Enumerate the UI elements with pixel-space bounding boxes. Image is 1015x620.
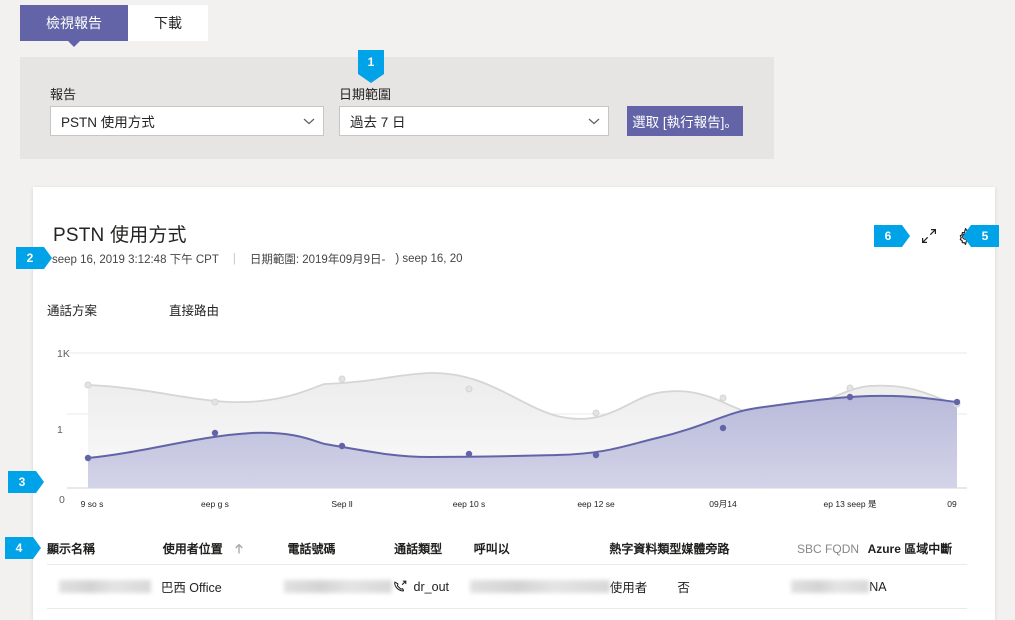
redacted-value: [59, 580, 151, 593]
column-header-called-to[interactable]: 呼叫以: [474, 540, 610, 557]
callout-badge-6: 6: [874, 225, 910, 247]
chart-legend: 通話方案 直接路由: [47, 300, 219, 319]
column-header-sbc-fqdn[interactable]: SBC FQDN: [797, 542, 868, 556]
meta-divider: |: [232, 253, 236, 265]
y-tick-1k: 1K: [57, 348, 70, 360]
table-row[interactable]: 巴西 Office dr_out 使用者 否 NA: [47, 565, 967, 609]
cell-azure-region: NA: [869, 579, 887, 594]
x-tick-4: eep 12 se: [577, 499, 615, 509]
x-tick-0: 9 so s: [81, 499, 104, 509]
report-generated-timestamp: seep 16, 2019 3:12:48 下午 CPT: [52, 254, 219, 266]
redacted-value: [791, 580, 870, 593]
usage-table: 顯示名稱 使用者位置 電話號碼 通話類型 呼叫以 熱字資料類型 媒體旁路 SBC…: [47, 533, 967, 609]
column-header-phone-number[interactable]: 電話號碼: [287, 540, 394, 557]
report-field-label: 報告: [50, 87, 77, 102]
y-tick-0: 0: [59, 494, 65, 506]
column-header-azure-region[interactable]: Azure 區域中斷: [868, 540, 967, 557]
cell-call-type-label: dr_out: [413, 579, 449, 594]
tab-bar: 檢視報告 下載: [20, 5, 208, 41]
x-tick-1: eep g s: [201, 499, 229, 509]
report-page: 檢視報告 下載 報告 PSTN 使用方式 日期範圍 過去 7 日 選取 [執行報…: [0, 0, 1015, 620]
table-header-row: 顯示名稱 使用者位置 電話號碼 通話類型 呼叫以 熱字資料類型 媒體旁路 SBC…: [47, 533, 967, 565]
redacted-value: [469, 580, 610, 593]
date-range-select[interactable]: 過去 7 日: [339, 106, 609, 136]
x-tick-7: 09: [947, 499, 957, 509]
column-header-user-location[interactable]: 使用者位置: [163, 540, 288, 557]
column-header-media-bypass[interactable]: 媒體旁路: [681, 540, 797, 557]
x-tick-5: 09月14: [709, 499, 737, 509]
x-tick-3: eep 10 s: [453, 499, 486, 509]
x-tick-2: Sep ll: [331, 499, 352, 509]
cell-called-to: [469, 580, 610, 593]
column-header-number-data-type[interactable]: 熱字資料類型: [609, 540, 681, 557]
report-select[interactable]: PSTN 使用方式: [50, 106, 324, 136]
report-date-range-tail: ) seep 16, 20: [395, 253, 463, 265]
cell-call-type: dr_out: [392, 579, 470, 595]
report-meta: seep 16, 2019 3:12:48 下午 CPT | 日期範圍: 201…: [52, 251, 463, 267]
cell-phone-number: [283, 580, 392, 593]
cell-media-bypass: 否: [677, 581, 690, 595]
y-tick-1: 1: [57, 424, 63, 436]
chart-svg: 1K 1 0 9 so s eep g s Sep ll eep 10 s ee…: [57, 348, 967, 509]
callout-badge-3: 3: [8, 471, 44, 493]
callout-badge-5: 5: [963, 225, 999, 247]
cell-display-name: [47, 580, 161, 593]
callout-badge-2: 2: [16, 247, 52, 269]
x-tick-6: ep 13 seep 是: [824, 499, 877, 509]
column-header-display-name[interactable]: 顯示名稱: [47, 540, 163, 557]
column-header-call-type[interactable]: 通話類型: [394, 540, 474, 557]
legend-item-calling-plan[interactable]: 通話方案: [47, 300, 169, 319]
expand-icon[interactable]: [919, 226, 939, 246]
tab-view-report[interactable]: 檢視報告: [20, 5, 128, 41]
column-header-user-location-label: 使用者位置: [162, 542, 223, 556]
active-tab-pointer: [68, 41, 80, 47]
usage-area-chart: 1K 1 0 9 so s eep g s Sep ll eep 10 s ee…: [47, 340, 967, 515]
date-range-field-label: 日期範圍: [339, 87, 392, 102]
callout-badge-4: 4: [5, 537, 41, 559]
report-date-range: 日期範圍: 2019年09月9日-: [249, 254, 386, 266]
cell-sbc-fqdn: [791, 580, 870, 593]
legend-item-direct-routing[interactable]: 直接路由: [169, 300, 219, 319]
tab-download[interactable]: 下載: [128, 5, 208, 41]
callout-badge-1: 1: [358, 50, 384, 83]
phone-outbound-icon: [392, 579, 408, 595]
chevron-down-icon: [586, 113, 602, 129]
chevron-down-icon: [301, 113, 317, 129]
report-title: PSTN 使用方式: [53, 225, 187, 246]
run-report-button[interactable]: 選取 [執行報告]。: [627, 106, 743, 136]
redacted-value: [283, 580, 392, 593]
cell-user-location: 巴西 Office: [160, 581, 222, 595]
report-select-value: PSTN 使用方式: [61, 115, 155, 130]
sort-ascending-icon: [233, 543, 245, 555]
date-range-select-value: 過去 7 日: [350, 115, 406, 130]
cell-number-data-type: 使用者: [609, 581, 648, 595]
